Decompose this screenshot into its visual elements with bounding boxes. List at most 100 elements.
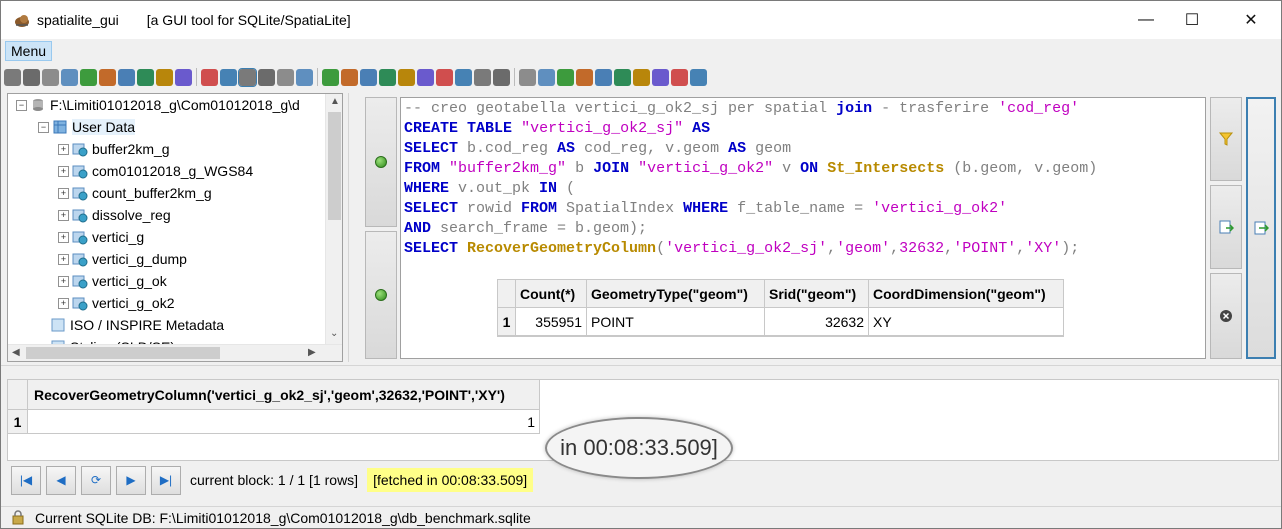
expand-icon[interactable]: + [58,231,69,243]
text-icon[interactable] [633,68,650,86]
execute-result-button[interactable] [365,231,397,359]
memory-db-icon[interactable] [61,68,78,86]
refresh-button[interactable]: ⟳ [81,465,111,495]
report-icon[interactable] [455,68,472,86]
scroll-thumb[interactable] [26,347,220,359]
db-tree-panel: − F:\Limiti01012018_g\Com01012018_g\d − … [7,93,343,362]
tree-vertical-scrollbar[interactable]: ▲ ⌄ [325,94,342,344]
load-sql-button[interactable] [1246,97,1276,359]
vacuum-icon[interactable] [80,68,97,86]
virtual-table-icon[interactable] [220,68,237,86]
tree-table-item[interactable]: + com01012018_g_WGS84 [58,160,253,182]
tree-horizontal-scrollbar[interactable]: ◀ ▶ [8,344,342,361]
bug-icon[interactable] [277,68,294,86]
filter-button[interactable] [1210,97,1242,181]
query-builder-icon[interactable] [238,67,257,87]
expand-icon[interactable]: + [58,187,69,199]
collapse-icon[interactable]: − [38,121,49,133]
tree-table-item[interactable]: + vertici_g_ok2 [58,292,175,314]
table-row[interactable]: 1 355951 POINT 32632 XY [498,308,1063,336]
menu-item-menu[interactable]: Menu [5,41,53,61]
export-icon[interactable] [322,68,339,86]
load-shp-icon[interactable] [137,68,154,86]
about-icon[interactable] [671,68,688,86]
column-header[interactable]: RecoverGeometryColumn('vertici_g_ok2_sj'… [28,380,540,410]
exit-icon[interactable] [690,68,707,86]
scroll-right-icon[interactable]: ▶ [308,347,316,358]
close-button[interactable]: ✕ [1228,1,1274,39]
tree-table-item[interactable]: + vertici_g [58,226,144,248]
table-cell[interactable]: 355951 [516,308,587,336]
tree-user-data[interactable]: − User Data [38,116,136,138]
horizontal-splitter[interactable] [1,365,1281,373]
scroll-thumb[interactable] [328,112,341,220]
create-db-icon[interactable] [42,68,59,86]
tree-root[interactable]: − F:\Limiti01012018_g\Com01012018_g\d [16,94,300,116]
import-icon[interactable] [341,68,358,86]
clear-button[interactable] [1210,273,1242,359]
connect-icon[interactable] [4,68,21,86]
scroll-down-icon[interactable]: ⌄ [330,328,338,339]
charset-icon[interactable] [595,68,612,86]
tree-root-label: F:\Limiti01012018_g\Com01012018_g\d [50,97,300,113]
row-number[interactable]: 1 [8,410,28,434]
expand-icon[interactable]: + [58,143,69,155]
load-xl-icon[interactable] [201,68,218,86]
vertical-splitter[interactable] [348,93,356,362]
first-block-button[interactable]: |◀ [11,465,41,495]
collapse-icon[interactable]: − [16,99,27,111]
help-icon[interactable] [652,68,669,86]
virtual-shp-icon[interactable] [156,68,173,86]
tree-table-item[interactable]: + vertici_g_dump [58,248,187,270]
calc-icon[interactable] [474,68,491,86]
history-button[interactable] [1210,185,1242,269]
grid-icon[interactable] [436,68,453,86]
scroll-left-icon[interactable]: ◀ [12,347,20,358]
expand-icon[interactable]: + [58,275,69,287]
tools-icon[interactable] [614,68,631,86]
load-dbf-icon[interactable] [175,68,192,86]
table-row[interactable]: 1 1 [8,410,540,434]
spatial-table-icon [72,231,88,245]
scroll-up-icon[interactable]: ▲ [330,96,340,107]
expand-icon[interactable]: + [58,297,69,309]
database-icon [33,99,43,111]
expand-icon[interactable]: + [58,253,69,265]
table-cell[interactable]: XY [869,308,1063,336]
table-cell[interactable]: 32632 [765,308,869,336]
stats-icon[interactable] [557,68,574,86]
next-block-button[interactable]: ▶ [116,465,146,495]
table-cell[interactable]: 1 [28,410,540,434]
column-header[interactable]: Count(*) [516,280,587,308]
tree-table-item[interactable]: + vertici_g_ok [58,270,167,292]
wifi-icon[interactable] [576,68,593,86]
table-icon[interactable] [417,68,434,86]
tree-metadata[interactable]: ISO / INSPIRE Metadata [42,314,224,336]
layers-icon[interactable] [493,68,510,86]
expand-icon[interactable]: + [58,165,69,177]
column-header[interactable]: GeometryType("geom") [587,280,765,308]
globe-icon[interactable] [379,68,396,86]
execute-sql-button[interactable] [365,97,397,227]
sql-script-icon[interactable] [118,68,135,86]
tree-table-item[interactable]: + dissolve_reg [58,204,171,226]
eye-icon[interactable] [519,68,536,86]
eraser-icon[interactable] [296,68,313,86]
previous-block-button[interactable]: ◀ [46,465,76,495]
maximize-button[interactable]: ☐ [1169,1,1215,39]
expand-icon[interactable]: + [58,209,69,221]
table-cell[interactable]: POINT [587,308,765,336]
tree-table-item[interactable]: + count_buffer2km_g [58,182,212,204]
map-icon[interactable] [360,68,377,86]
grid-corner[interactable] [8,380,28,410]
srid-icon[interactable] [258,68,275,86]
attach-icon[interactable] [99,68,116,86]
column-header[interactable]: Srid("geom") [765,280,869,308]
column-header[interactable]: CoordDimension("geom") [869,280,1063,308]
list-icon[interactable] [538,68,555,86]
check-icon[interactable] [398,68,415,86]
last-block-button[interactable]: ▶| [151,465,181,495]
disconnect-icon[interactable] [23,68,40,86]
tree-table-item[interactable]: + buffer2km_g [58,138,170,160]
minimize-button[interactable]: — [1123,1,1169,39]
